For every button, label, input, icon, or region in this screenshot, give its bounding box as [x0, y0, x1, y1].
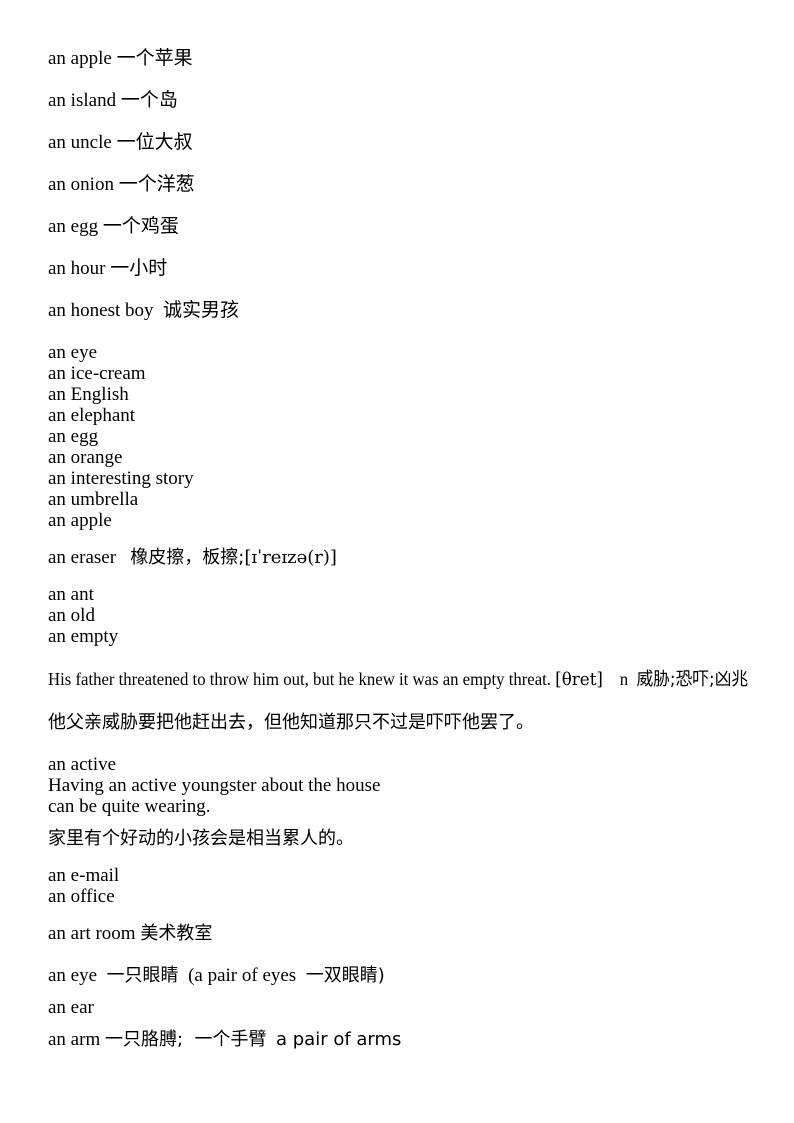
active-headword: an active — [48, 754, 117, 775]
threat-pos: n — [619, 669, 629, 689]
threat-ipa: [θret] — [555, 669, 603, 690]
art-room-en: an art room — [48, 923, 136, 944]
vocab-en: an uncle — [48, 132, 112, 153]
vocab-entry: an egg 一个鸡蛋 — [48, 215, 778, 238]
list-item: an egg — [48, 426, 99, 447]
document-content: an apple 一个苹果 an island 一个岛 an uncle 一位大… — [48, 47, 778, 1051]
vocab-zh: 一个洋葱 — [118, 173, 195, 195]
arm-en: an arm — [48, 1029, 101, 1050]
art-room-entry: an art room 美术教室 — [48, 923, 778, 944]
vocab-entry: an honest boy 诚实男孩 — [48, 299, 778, 322]
eye-zh: 一只眼睛 — [106, 965, 179, 986]
vocab-list-1: an eye an ice-cream an English an elepha… — [48, 342, 778, 531]
vocab-en: an hour — [48, 258, 106, 279]
list-item: an old — [48, 605, 95, 626]
vocab-entry: an uncle 一位大叔 — [48, 131, 778, 154]
list-item: an eye — [48, 342, 98, 363]
list-item: an office — [48, 886, 115, 907]
vocab-en: an onion — [48, 174, 114, 195]
active-translation: 家里有个好动的小孩会是相当累人的。 — [48, 828, 354, 849]
list-item: an ice-cream — [48, 363, 146, 384]
vocab-entry: an onion 一个洋葱 — [48, 173, 778, 196]
vocab-en: an honest boy — [48, 300, 154, 321]
vocab-en: an apple — [48, 48, 112, 69]
eraser-zh: 橡皮擦，板擦; — [130, 547, 245, 568]
vocab-entry: an island 一个岛 — [48, 89, 778, 112]
active-sentence-line-1: Having an active youngster about the hou… — [48, 775, 381, 796]
threat-sentence-line: His father threatened to throw him out, … — [48, 658, 787, 701]
vocab-entry: an hour 一小时 — [48, 257, 778, 280]
list-item: an apple — [48, 510, 112, 531]
vocab-block-spaced: an apple 一个苹果 an island 一个岛 an uncle 一位大… — [48, 47, 778, 322]
eraser-en: an eraser — [48, 547, 117, 568]
eraser-ipa: [ɪˈreɪzə(r)] — [244, 547, 337, 568]
eye-en: an eye — [48, 965, 98, 986]
vocab-entry: an apple 一个苹果 — [48, 47, 778, 70]
threat-gloss-1: 威胁;恐 — [636, 669, 693, 690]
vocab-zh: 诚实男孩 — [163, 299, 240, 321]
threat-translation: 他父亲威胁要把他赶出去，但他知道那只不过是吓吓他罢了。 — [48, 712, 534, 733]
list-item: an orange — [48, 447, 123, 468]
vocab-zh: 一小时 — [110, 257, 168, 279]
document-page: an apple 一个苹果 an island 一个岛 an uncle 一位大… — [0, 0, 794, 1123]
list-item: an umbrella — [48, 489, 139, 510]
list-item: an English — [48, 384, 129, 405]
eye-paren-zh: 一双眼睛) — [305, 965, 385, 986]
vocab-zh: 一个苹果 — [116, 47, 193, 69]
active-block: an active Having an active youngster abo… — [48, 754, 778, 817]
eye-paren-en: (a pair of eyes — [188, 965, 297, 986]
list-item: an ant — [48, 584, 94, 605]
eraser-entry: an eraser 橡皮擦，板擦;[ɪˈreɪzə(r)] — [48, 547, 778, 568]
vocab-en: an island — [48, 90, 117, 111]
active-sentence-line-2: can be quite wearing. — [48, 796, 211, 817]
vocab-en: an egg — [48, 216, 99, 237]
list-item: an empty — [48, 626, 119, 647]
eye-entry: an eye 一只眼睛 (a pair of eyes 一双眼睛) — [48, 965, 778, 986]
arm-plural-en: a pair of arms — [276, 1029, 402, 1050]
list-item: an e-mail — [48, 865, 120, 886]
list-item: an elephant — [48, 405, 136, 426]
art-room-zh: 美术教室 — [140, 923, 213, 944]
vocab-zh: 一个岛 — [120, 89, 178, 111]
threat-sentence: His father threatened to throw him out, … — [48, 669, 551, 689]
list-item: an interesting story — [48, 468, 194, 489]
vocab-zh: 一个鸡蛋 — [102, 215, 179, 237]
vocab-zh: 一位大叔 — [116, 131, 193, 153]
vocab-list-3: an e-mail an office — [48, 865, 778, 907]
vocab-list-2: an ant an old an empty — [48, 584, 778, 647]
arm-entry: an arm 一只胳膊; 一个手臂 a pair of arms — [48, 1029, 778, 1050]
arm-zh: 一只胳膊; 一个手臂 — [104, 1029, 267, 1050]
threat-gloss-2: 吓;凶兆 — [692, 669, 749, 690]
ear-entry: an ear — [48, 997, 94, 1018]
